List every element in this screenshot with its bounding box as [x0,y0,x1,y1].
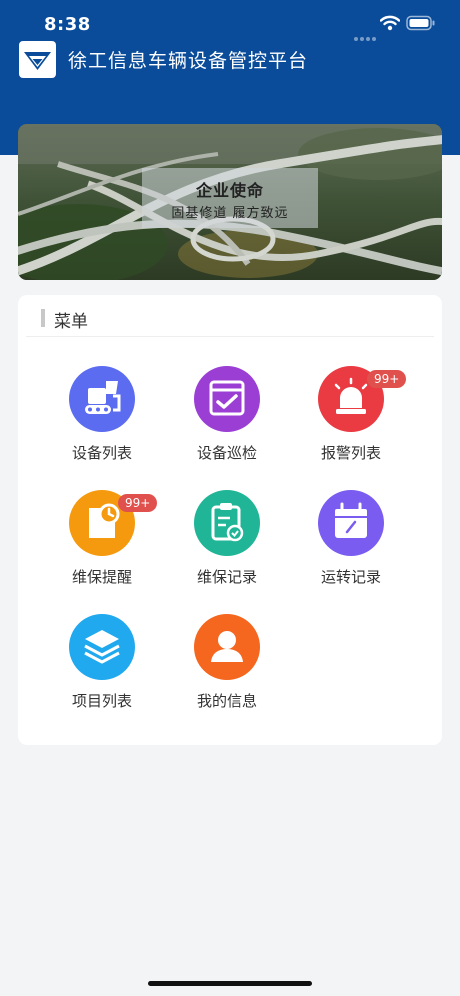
menu-item-label: 设备巡检 [196,444,257,462]
app-title: 徐工信息车辆设备管控平台 [68,50,309,72]
menu-item-label: 运转记录 [320,568,381,586]
menu-item-alarm-list[interactable]: 99+ 报警列表 [291,366,411,466]
menu-item-label: 项目列表 [71,692,132,710]
operation-record-icon [318,490,384,556]
menu-item-label: 设备列表 [71,444,132,462]
maintenance-reminder-count-badge: 99+ [118,494,158,512]
mission-banner[interactable]: 企业使命 固基修道 履方致远 [18,124,442,280]
menu-item-label: 我的信息 [196,692,257,710]
status-bar: 8:38 [0,0,460,44]
banner-title: 企业使命 [195,181,264,200]
cellular-signal-icon [354,26,378,45]
menu-divider [26,336,434,337]
home-indicator[interactable] [148,981,312,986]
menu-title: 菜单 [54,312,88,332]
menu-item-equipment-inspection[interactable]: 设备巡检 [167,366,287,466]
menu-item-label: 维保提醒 [71,568,132,586]
menu-header: 菜单 [18,295,442,337]
alarm-count-badge: 99+ [367,370,407,388]
inspection-icon [194,366,260,432]
menu-item-maintenance-record[interactable]: 维保记录 [167,490,287,590]
menu-item-label: 维保记录 [196,568,257,586]
menu-card: 菜单 设备列表 设备巡检 99+ 报警列表 99+ 维保提醒 维保记录 运转记录… [18,295,442,745]
battery-icon [406,15,435,31]
equipment-icon [69,366,135,432]
banner-subtitle: 固基修道 履方致远 [171,206,289,221]
banner-caption: 企业使命 固基修道 履方致远 [142,168,318,228]
user-icon [194,614,260,680]
menu-title-accent [41,309,45,327]
menu-item-label: 报警列表 [320,444,381,462]
menu-item-operation-record[interactable]: 运转记录 [291,490,411,590]
status-time: 8:38 [44,14,91,35]
layers-icon [69,614,135,680]
wifi-icon [380,15,400,31]
menu-item-my-info[interactable]: 我的信息 [167,614,287,714]
xcmg-logo-icon [19,41,56,78]
maintenance-record-icon [194,490,260,556]
menu-item-equipment-list[interactable]: 设备列表 [42,366,162,466]
menu-item-project-list[interactable]: 项目列表 [42,614,162,714]
menu-item-maintenance-reminder[interactable]: 99+ 维保提醒 [42,490,162,590]
